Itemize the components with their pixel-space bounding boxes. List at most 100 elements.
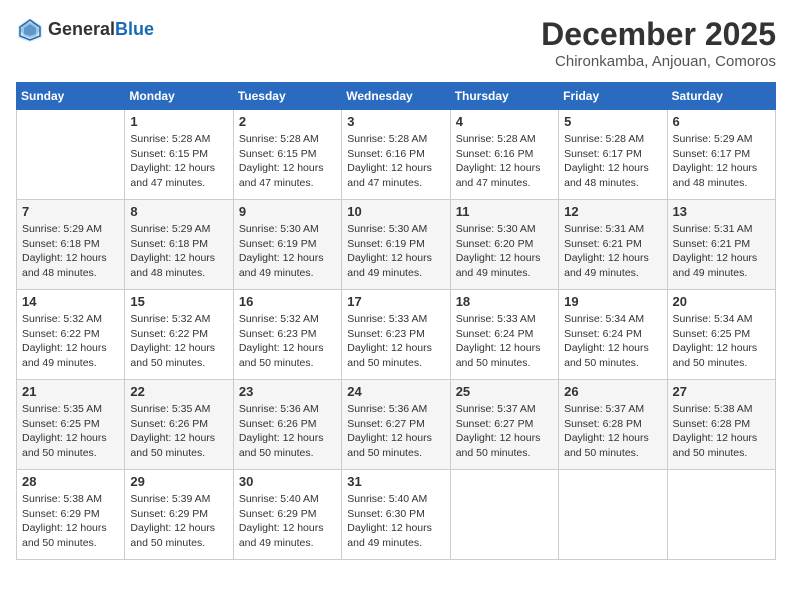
day-number: 6 (673, 114, 770, 129)
calendar-cell: 28Sunrise: 5:38 AM Sunset: 6:29 PM Dayli… (17, 470, 125, 560)
day-info: Sunrise: 5:37 AM Sunset: 6:28 PM Dayligh… (564, 402, 661, 461)
day-number: 19 (564, 294, 661, 309)
calendar-cell: 3 Sunrise: 5:28 AM Sunset: 6:16 PM Daylig… (342, 110, 450, 200)
calendar-cell: 20 Sunrise: 5:34 AM Sunset: 6:25 PM Dayli… (667, 290, 775, 380)
calendar-cell: 25 Sunrise: 5:37 AM Sunset: 6:27 PM Dayli… (450, 380, 558, 470)
calendar-cell: 26 Sunrise: 5:37 AM Sunset: 6:28 PM Dayli… (559, 380, 667, 470)
day-number: 2 (239, 114, 336, 129)
calendar-cell: 8 Sunrise: 5:29 AM Sunset: 6:18 PM Daylig… (125, 200, 233, 290)
calendar-cell: 9 Sunrise: 5:30 AM Sunset: 6:19 PM Daylig… (233, 200, 341, 290)
day-number: 18 (456, 294, 553, 309)
day-number: 3 (347, 114, 444, 129)
calendar-cell: 5Sunrise: 5:28 AM Sunset: 6:17 PM Daylig… (559, 110, 667, 200)
calendar-cell (450, 470, 558, 560)
calendar-cell: 29Sunrise: 5:39 AM Sunset: 6:29 PM Dayli… (125, 470, 233, 560)
logo-icon (16, 16, 44, 44)
weekday-header: Sunday (17, 83, 125, 110)
month-title: December 2025 (541, 16, 776, 53)
calendar-cell: 19 Sunrise: 5:34 AM Sunset: 6:24 PM Dayli… (559, 290, 667, 380)
weekday-header: Saturday (667, 83, 775, 110)
day-number: 30 (239, 474, 336, 489)
calendar-cell: 24Sunrise: 5:36 AM Sunset: 6:27 PM Dayli… (342, 380, 450, 470)
day-number: 21 (22, 384, 119, 399)
calendar-table: SundayMondayTuesdayWednesdayThursdayFrid… (16, 82, 776, 560)
day-number: 11 (456, 204, 553, 219)
day-info: Sunrise: 5:31 AM Sunset: 6:21 PM Dayligh… (673, 222, 770, 281)
day-number: 20 (673, 294, 770, 309)
weekday-header: Monday (125, 83, 233, 110)
day-info: Sunrise: 5:30 AM Sunset: 6:19 PM Dayligh… (347, 222, 444, 281)
day-info: Sunrise: 5:28 AM Sunset: 6:15 PM Dayligh… (130, 132, 227, 191)
day-number: 4 (456, 114, 553, 129)
day-number: 16 (239, 294, 336, 309)
calendar-cell: 27 Sunrise: 5:38 AM Sunset: 6:28 PM Dayli… (667, 380, 775, 470)
weekday-header: Tuesday (233, 83, 341, 110)
day-info: Sunrise: 5:32 AM Sunset: 6:23 PM Dayligh… (239, 312, 336, 371)
day-info: Sunrise: 5:39 AM Sunset: 6:29 PM Dayligh… (130, 492, 227, 551)
weekday-header: Thursday (450, 83, 558, 110)
calendar-cell: 14 Sunrise: 5:32 AM Sunset: 6:22 PM Dayli… (17, 290, 125, 380)
calendar-cell: 30 Sunrise: 5:40 AM Sunset: 6:29 PM Dayli… (233, 470, 341, 560)
day-info: Sunrise: 5:37 AM Sunset: 6:27 PM Dayligh… (456, 402, 553, 461)
day-info: Sunrise: 5:40 AM Sunset: 6:29 PM Dayligh… (239, 492, 336, 551)
calendar-cell: 7 Sunrise: 5:29 AM Sunset: 6:18 PM Daylig… (17, 200, 125, 290)
day-number: 12 (564, 204, 661, 219)
day-number: 26 (564, 384, 661, 399)
calendar-cell: 31Sunrise: 5:40 AM Sunset: 6:30 PM Dayli… (342, 470, 450, 560)
day-number: 25 (456, 384, 553, 399)
calendar-cell: 4 Sunrise: 5:28 AM Sunset: 6:16 PM Daylig… (450, 110, 558, 200)
logo: GeneralBlue (16, 16, 154, 44)
calendar-cell: 15 Sunrise: 5:32 AM Sunset: 6:22 PM Dayli… (125, 290, 233, 380)
day-info: Sunrise: 5:28 AM Sunset: 6:15 PM Dayligh… (239, 132, 336, 191)
title-block: December 2025 Chironkamba, Anjouan, Como… (541, 16, 776, 70)
day-info: Sunrise: 5:34 AM Sunset: 6:25 PM Dayligh… (673, 312, 770, 371)
calendar-cell: 2 Sunrise: 5:28 AM Sunset: 6:15 PM Daylig… (233, 110, 341, 200)
day-info: Sunrise: 5:36 AM Sunset: 6:27 PM Dayligh… (347, 402, 444, 461)
calendar-cell: 10 Sunrise: 5:30 AM Sunset: 6:19 PM Dayli… (342, 200, 450, 290)
day-number: 1 (130, 114, 227, 129)
logo-general-text: GeneralBlue (48, 20, 154, 40)
calendar-cell: 17Sunrise: 5:33 AM Sunset: 6:23 PM Dayli… (342, 290, 450, 380)
day-info: Sunrise: 5:30 AM Sunset: 6:19 PM Dayligh… (239, 222, 336, 281)
calendar-cell: 6 Sunrise: 5:29 AM Sunset: 6:17 PM Daylig… (667, 110, 775, 200)
page-header: GeneralBlue December 2025 Chironkamba, A… (16, 16, 776, 70)
day-info: Sunrise: 5:28 AM Sunset: 6:16 PM Dayligh… (456, 132, 553, 191)
day-number: 8 (130, 204, 227, 219)
day-info: Sunrise: 5:35 AM Sunset: 6:26 PM Dayligh… (130, 402, 227, 461)
day-number: 7 (22, 204, 119, 219)
weekday-header-row: SundayMondayTuesdayWednesdayThursdayFrid… (17, 83, 776, 110)
calendar-cell: 12 Sunrise: 5:31 AM Sunset: 6:21 PM Dayli… (559, 200, 667, 290)
calendar-cell (667, 470, 775, 560)
day-number: 13 (673, 204, 770, 219)
calendar-cell: 11Sunrise: 5:30 AM Sunset: 6:20 PM Dayli… (450, 200, 558, 290)
day-info: Sunrise: 5:32 AM Sunset: 6:22 PM Dayligh… (22, 312, 119, 371)
day-info: Sunrise: 5:33 AM Sunset: 6:24 PM Dayligh… (456, 312, 553, 371)
calendar-cell: 23Sunrise: 5:36 AM Sunset: 6:26 PM Dayli… (233, 380, 341, 470)
weekday-header: Friday (559, 83, 667, 110)
day-info: Sunrise: 5:29 AM Sunset: 6:18 PM Dayligh… (130, 222, 227, 281)
day-number: 15 (130, 294, 227, 309)
calendar-cell: 18 Sunrise: 5:33 AM Sunset: 6:24 PM Dayli… (450, 290, 558, 380)
day-info: Sunrise: 5:29 AM Sunset: 6:17 PM Dayligh… (673, 132, 770, 191)
day-info: Sunrise: 5:32 AM Sunset: 6:22 PM Dayligh… (130, 312, 227, 371)
day-number: 31 (347, 474, 444, 489)
calendar-cell: 22Sunrise: 5:35 AM Sunset: 6:26 PM Dayli… (125, 380, 233, 470)
day-info: Sunrise: 5:35 AM Sunset: 6:25 PM Dayligh… (22, 402, 119, 461)
calendar-week-row: 7 Sunrise: 5:29 AM Sunset: 6:18 PM Daylig… (17, 200, 776, 290)
day-number: 10 (347, 204, 444, 219)
day-info: Sunrise: 5:29 AM Sunset: 6:18 PM Dayligh… (22, 222, 119, 281)
calendar-cell: 21 Sunrise: 5:35 AM Sunset: 6:25 PM Dayli… (17, 380, 125, 470)
day-info: Sunrise: 5:34 AM Sunset: 6:24 PM Dayligh… (564, 312, 661, 371)
day-number: 28 (22, 474, 119, 489)
day-number: 17 (347, 294, 444, 309)
day-info: Sunrise: 5:28 AM Sunset: 6:16 PM Dayligh… (347, 132, 444, 191)
day-number: 23 (239, 384, 336, 399)
day-number: 14 (22, 294, 119, 309)
calendar-cell (17, 110, 125, 200)
day-number: 9 (239, 204, 336, 219)
location-subtitle: Chironkamba, Anjouan, Comoros (541, 53, 776, 70)
calendar-cell: 13 Sunrise: 5:31 AM Sunset: 6:21 PM Dayli… (667, 200, 775, 290)
day-number: 27 (673, 384, 770, 399)
day-info: Sunrise: 5:31 AM Sunset: 6:21 PM Dayligh… (564, 222, 661, 281)
day-info: Sunrise: 5:38 AM Sunset: 6:28 PM Dayligh… (673, 402, 770, 461)
